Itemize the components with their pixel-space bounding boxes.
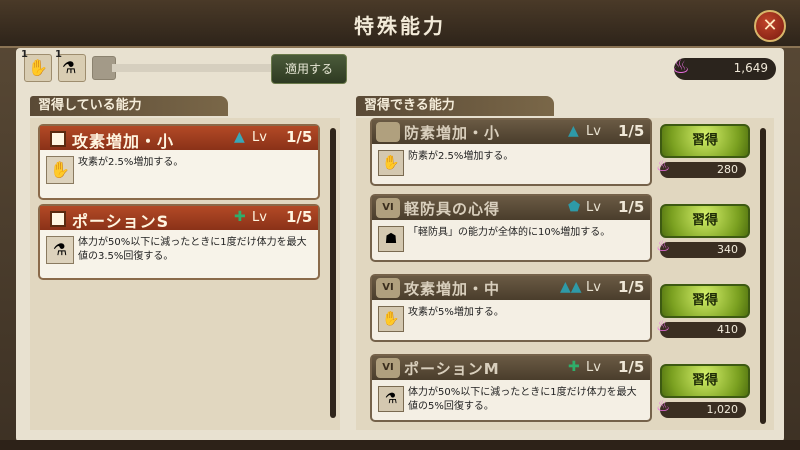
- soul-flame-icon: ♨: [656, 396, 671, 415]
- learned-skill-item[interactable]: 攻素増加・小 ▲ Lv 1/5 ✋ 攻素が2.5%増加する。: [38, 124, 320, 200]
- lv-label: Lv: [586, 200, 601, 215]
- learn-button[interactable]: 習得: [660, 204, 750, 238]
- skill-header: VI ポーションM ✚ Lv 1/5: [372, 356, 650, 380]
- learnable-list: 防素増加・小 ▲ Lv 1/5 ✋ 防素が2.5%増加する。 習得 ♨ 280 …: [356, 118, 774, 430]
- soul-flame-icon: ♨: [656, 316, 671, 335]
- close-button[interactable]: ✕: [754, 10, 786, 42]
- equipped-abilities-bar: 1 ✋ 1 ⚗ 適用する ♨ 1,649: [21, 49, 776, 84]
- cross-icon: ✚: [568, 359, 580, 375]
- slot-track: [112, 64, 272, 72]
- equipped-slot-2[interactable]: 1 ⚗: [55, 49, 86, 82]
- skill-description: 「軽防具」の能力が全体的に10%増加する。: [408, 227, 611, 238]
- soul-flame-icon: ♨: [656, 156, 671, 175]
- equip-checkbox[interactable]: [50, 131, 66, 147]
- skill-description: 攻素が2.5%増加する。: [78, 157, 184, 168]
- learn-button[interactable]: 習得: [660, 284, 750, 318]
- cross-icon: ✚: [234, 209, 246, 225]
- apply-button[interactable]: 適用する: [271, 54, 347, 84]
- learn-button[interactable]: 習得: [660, 364, 750, 398]
- armor-icon: ☗: [378, 226, 404, 252]
- skill-level: 1/5: [618, 122, 645, 140]
- hand-icon: ✋: [46, 156, 74, 184]
- learned-skill-item[interactable]: ポーションS ✚ Lv 1/5 ⚗ 体力が50%以下に減ったときに1度だけ体力を…: [38, 204, 320, 280]
- learned-scrollbar[interactable]: [330, 128, 336, 418]
- learn-cost: ♨ 280: [656, 156, 746, 178]
- triangle-icon: ▲: [234, 129, 245, 145]
- skill-name: ポーションS: [72, 212, 170, 231]
- skill-level: 1/5: [618, 278, 645, 296]
- skill-level: 1/5: [618, 358, 645, 376]
- rank-badge: VI: [376, 198, 400, 218]
- currency-value: 1,649: [733, 61, 768, 75]
- skill-level: 1/5: [286, 128, 313, 146]
- slot-count: 1: [21, 49, 28, 60]
- learnable-skill-item[interactable]: VI 攻素増加・中 ▲▲ Lv 1/5 ✋ 攻素が5%増加する。: [370, 274, 652, 342]
- hand-icon: ✋: [378, 150, 404, 176]
- learnable-skill-item[interactable]: 防素増加・小 ▲ Lv 1/5 ✋ 防素が2.5%増加する。: [370, 118, 652, 186]
- skill-description: 攻素が5%増加する。: [408, 307, 504, 318]
- equipped-slot-1[interactable]: 1 ✋: [21, 49, 52, 82]
- double-triangle-icon: ▲▲: [560, 279, 582, 295]
- cost-value: 340: [717, 243, 738, 256]
- lv-label: Lv: [252, 210, 267, 225]
- skill-header: VI 軽防具の心得 ⬟ Lv 1/5: [372, 196, 650, 220]
- skill-header: 防素増加・小 ▲ Lv 1/5: [372, 120, 650, 144]
- rank-badge: [376, 122, 400, 142]
- potion-icon: ⚗: [62, 58, 77, 77]
- skill-name: 攻素増加・中: [404, 280, 501, 298]
- hand-icon: ✋: [378, 306, 404, 332]
- skill-description: 体力が50%以下に減ったときに1度だけ体力を最大値の3.5%回復する。: [78, 237, 307, 262]
- close-icon[interactable]: ✕: [762, 15, 777, 36]
- skill-description: 体力が50%以下に減ったときに1度だけ体力を最大値の5%回復する。: [408, 387, 637, 412]
- learn-button[interactable]: 習得: [660, 124, 750, 158]
- title-bar: 特殊能力 ✕: [0, 0, 800, 48]
- hand-icon: ✋: [28, 58, 48, 77]
- rank-badge: VI: [376, 278, 400, 298]
- page-title: 特殊能力: [354, 14, 446, 38]
- learn-cost: ♨ 340: [656, 236, 746, 258]
- learned-list: 攻素増加・小 ▲ Lv 1/5 ✋ 攻素が2.5%増加する。 ポーションS ✚ …: [30, 118, 340, 430]
- learn-cost: ♨ 410: [656, 316, 746, 338]
- cost-value: 280: [717, 163, 738, 176]
- skill-header: VI 攻素増加・中 ▲▲ Lv 1/5: [372, 276, 650, 300]
- lv-label: Lv: [586, 124, 601, 139]
- lv-label: Lv: [252, 130, 267, 145]
- learnable-scrollbar[interactable]: [760, 128, 766, 424]
- soul-flame-icon: ♨: [656, 236, 671, 255]
- rank-badge: VI: [376, 358, 400, 378]
- learnable-skill-item[interactable]: VI 軽防具の心得 ⬟ Lv 1/5 ☗ 「軽防具」の能力が全体的に10%増加す…: [370, 194, 652, 262]
- cost-value: 410: [717, 323, 738, 336]
- learn-cost: ♨ 1,020: [656, 396, 746, 418]
- skill-level: 1/5: [286, 208, 313, 226]
- potion-icon: ⚗: [46, 236, 74, 264]
- skill-name: 防素増加・小: [404, 124, 501, 142]
- slot-count: 1: [55, 49, 62, 60]
- lv-label: Lv: [586, 360, 601, 375]
- potion-icon: ⚗: [378, 386, 404, 412]
- skill-name: ポーションM: [404, 360, 500, 378]
- learned-section-header: 習得している能力: [30, 96, 228, 116]
- bottom-edge: [0, 440, 800, 450]
- skill-level: 1/5: [618, 198, 645, 216]
- cost-value: 1,020: [706, 403, 739, 416]
- shield-icon: ⬟: [568, 199, 581, 215]
- skill-header: 攻素増加・小 ▲ Lv 1/5: [40, 126, 318, 151]
- triangle-icon: ▲: [568, 123, 579, 139]
- equip-checkbox[interactable]: [50, 211, 66, 227]
- skill-name: 攻素増加・小: [72, 132, 175, 151]
- skill-header: ポーションS ✚ Lv 1/5: [40, 206, 318, 231]
- currency-display: ♨ 1,649: [672, 54, 776, 80]
- learnable-skill-item[interactable]: VI ポーションM ✚ Lv 1/5 ⚗ 体力が50%以下に減ったときに1度だけ…: [370, 354, 652, 422]
- learnable-section-header: 習得できる能力: [356, 96, 554, 116]
- skill-description: 防素が2.5%増加する。: [408, 151, 514, 162]
- skill-name: 軽防具の心得: [404, 200, 501, 218]
- soul-flame-icon: ♨: [672, 54, 690, 78]
- lv-label: Lv: [586, 280, 601, 295]
